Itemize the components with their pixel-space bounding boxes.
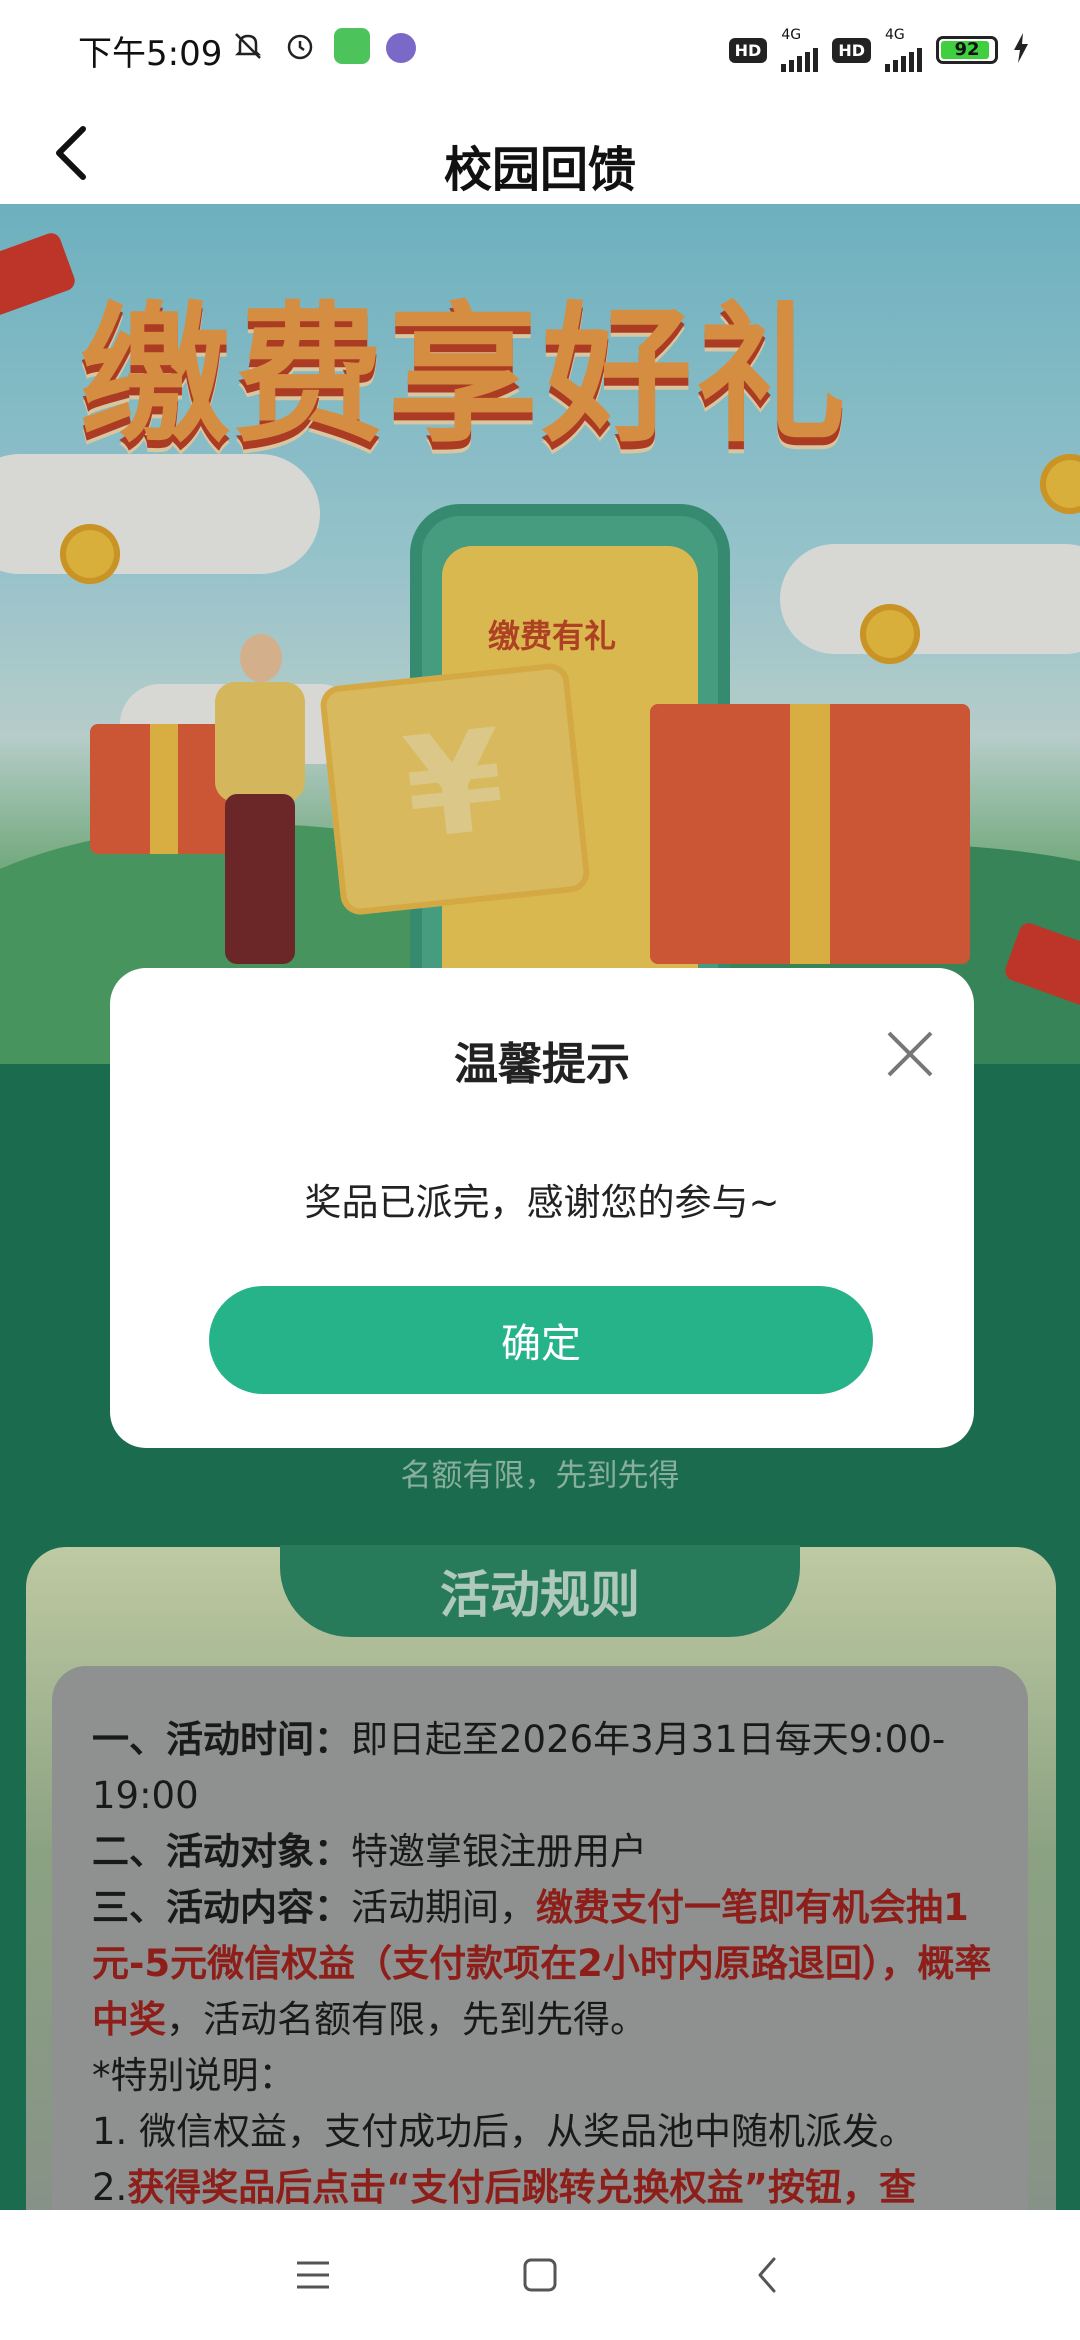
- status-bar: 下午5:09 HD 4G HD 4G 92: [0, 0, 1080, 100]
- signal-icon-2: 4G: [885, 28, 922, 72]
- nav-home-button[interactable]: [500, 2235, 580, 2315]
- signal-icon: 4G: [781, 27, 819, 72]
- notice-dialog: 温馨提示 奖品已派完，感谢您的参与~ 确定: [110, 968, 974, 1448]
- nav-back-button[interactable]: [727, 2235, 807, 2315]
- network-label-2: 4G: [885, 27, 905, 43]
- hd-badge-2: HD: [832, 37, 871, 63]
- header: 校园回馈: [0, 100, 1080, 204]
- mute-bell-icon: [230, 28, 266, 64]
- alarm-icon: [282, 28, 318, 64]
- network-label: 4G: [781, 27, 802, 43]
- status-time: 下午5:09: [78, 34, 223, 74]
- charging-icon: [1012, 33, 1030, 67]
- back-triangle-icon: [758, 2257, 776, 2293]
- battery-icon: 92: [936, 36, 998, 64]
- status-icons-left: [230, 28, 416, 64]
- page-title: 校园回馈: [443, 142, 636, 198]
- system-nav-bar: [0, 2210, 1080, 2340]
- close-button[interactable]: [880, 1024, 940, 1084]
- status-right: HD 4G HD 4G 92: [728, 27, 1030, 72]
- hd-badge: HD: [728, 37, 768, 63]
- confirm-button[interactable]: 确定: [209, 1286, 873, 1394]
- home-square-icon: [523, 2258, 557, 2292]
- dialog-title: 温馨提示: [454, 1039, 630, 1090]
- dialog-message: 奖品已派完，感谢您的参与~: [304, 1181, 780, 1224]
- menu-icon: [297, 2261, 330, 2289]
- battery-level: 92: [954, 39, 980, 60]
- nav-menu-button[interactable]: [273, 2235, 353, 2315]
- app-notification-icon: [334, 28, 370, 64]
- app-notification-icon-2: [386, 32, 416, 63]
- close-icon: [887, 1031, 933, 1077]
